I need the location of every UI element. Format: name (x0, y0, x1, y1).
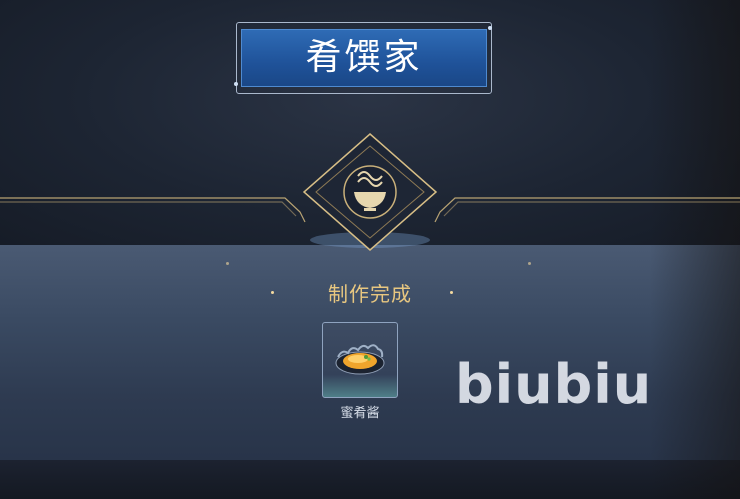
steaming-bowl-icon (302, 133, 438, 251)
page-title: 肴馔家 (305, 37, 423, 78)
bowl-of-sauce-icon (335, 344, 385, 375)
sparkle (528, 262, 531, 265)
sparkle-right (450, 291, 453, 294)
result-item-slot[interactable] (322, 322, 398, 398)
title-corner-dot (234, 82, 238, 86)
result-item-name: 蜜肴酱 (340, 406, 380, 421)
watermark: biubiu (455, 353, 653, 416)
crafting-complete-label: 制作完成 (328, 282, 412, 306)
title-plate: 肴馔家 (241, 29, 487, 87)
title-corner-dot (488, 26, 492, 30)
sparkle (226, 262, 229, 265)
sparkle-left (271, 291, 274, 294)
title-banner: 肴馔家 (234, 22, 492, 94)
